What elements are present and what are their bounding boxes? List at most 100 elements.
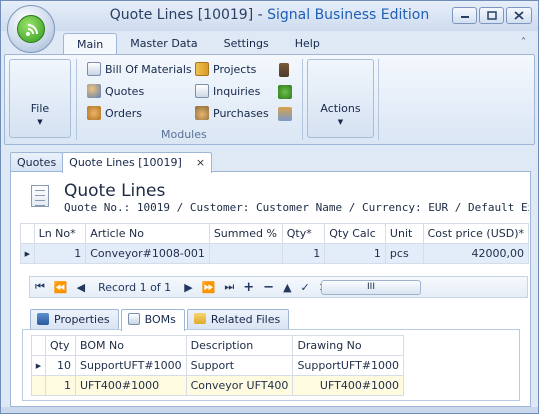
cell-qty[interactable]: 10 [45, 355, 76, 376]
orders-icon [87, 106, 101, 120]
cell-description[interactable]: Conveyor UFT400 [185, 375, 294, 396]
quotes-label: Quotes [105, 84, 145, 98]
delete-record-icon[interactable]: − [263, 280, 274, 295]
maximize-icon [486, 11, 497, 20]
detail-tab-strip: Properties BOMs Related Files [30, 309, 291, 331]
maximize-button[interactable] [479, 7, 504, 24]
table-row[interactable]: ▶ 10 SupportUFT#1000 Support SupportUFT#… [31, 355, 405, 376]
next-record-icon[interactable]: ▶ [184, 281, 192, 294]
projects-button[interactable]: Projects [195, 62, 256, 76]
page-subtitle: Quote No.: 10019 / Customer: Customer Na… [64, 201, 529, 214]
window-title-text: Quote Lines [10019] - [109, 7, 268, 23]
column-header-bom-no[interactable]: BOM No [75, 335, 187, 356]
wifi-signal-icon [26, 24, 38, 36]
cell-ln-no[interactable]: 1 [33, 243, 87, 264]
doc-tab-quote-lines[interactable]: Quote Lines [10019] × [62, 152, 213, 173]
status-bar [1, 407, 538, 413]
ribbon-tab-strip: Main Master Data Settings Help [63, 33, 333, 55]
quotes-button[interactable]: Quotes [87, 84, 144, 98]
save-record-icon[interactable]: ✓ [301, 281, 310, 294]
cell-drawing-no[interactable]: UFT400#1000 [292, 375, 405, 396]
horizontal-scrollbar[interactable]: III [321, 280, 421, 295]
ribbon-panel: File ▼ Bill Of Materials Quotes Orders P… [4, 54, 535, 145]
tab-related-files[interactable]: Related Files [186, 309, 290, 330]
signal-logo-icon [17, 15, 45, 43]
cell-bom-no[interactable]: UFT400#1000 [75, 375, 187, 396]
ribbon-divider [302, 59, 303, 140]
column-header-description[interactable]: Description [185, 335, 294, 356]
table-row[interactable]: 1 UFT400#1000 Conveyor UFT400 UFT400#100… [31, 375, 405, 396]
tab-settings[interactable]: Settings [211, 33, 282, 55]
cell-qty[interactable]: 1 [281, 243, 326, 264]
purchases-icon [195, 106, 209, 120]
column-header-qty[interactable]: Qty [45, 335, 76, 356]
cell-cost-price[interactable]: 42000,00 [422, 243, 530, 264]
column-header-summed[interactable]: Summed % [208, 223, 283, 244]
cell-qty-calc[interactable]: 1 [324, 243, 386, 264]
column-header-qty-calc[interactable]: Qty Calc [324, 223, 386, 244]
file-button[interactable]: File ▼ [9, 59, 71, 138]
inquiries-label: Inquiries [213, 84, 261, 98]
orders-button[interactable]: Orders [87, 106, 142, 120]
next-page-icon[interactable]: ⏩ [202, 281, 216, 294]
chevron-down-icon: ▼ [37, 118, 43, 126]
previous-page-icon[interactable]: ⏪ [54, 281, 68, 294]
chevron-down-icon: ▼ [337, 118, 344, 126]
tab-properties[interactable]: Properties [30, 309, 119, 330]
cell-description[interactable]: Support [185, 355, 294, 376]
actions-button[interactable]: Actions ▼ [307, 59, 374, 138]
projects-icon [195, 62, 209, 76]
cell-unit[interactable]: pcs [384, 243, 424, 264]
boms-grid: Qty BOM No Description Drawing No ▶ 10 S… [31, 335, 405, 396]
current-row-indicator-icon: ▶ [31, 355, 46, 376]
column-header-ln-no[interactable]: Ln No* [33, 223, 87, 244]
bill-of-materials-label: Bill Of Materials [105, 62, 192, 76]
tab-main[interactable]: Main [63, 33, 118, 55]
application-menu-button[interactable] [7, 5, 55, 53]
add-record-icon[interactable]: + [243, 280, 254, 295]
column-header-article-no[interactable]: Article No [85, 223, 210, 244]
modules-group-label: Modules [161, 128, 207, 141]
purchases-label: Purchases [213, 106, 269, 120]
tab-master-data[interactable]: Master Data [117, 33, 210, 55]
folder-icon [193, 313, 206, 324]
tab-boms[interactable]: BOMs [120, 309, 185, 331]
previous-record-icon[interactable]: ◀ [77, 281, 85, 294]
title-bar: Quote Lines [10019] - Signal Business Ed… [1, 1, 538, 31]
column-header-drawing-no[interactable]: Drawing No [292, 335, 405, 356]
close-tab-icon[interactable]: × [196, 156, 205, 169]
actions-button-label: Actions [320, 102, 361, 115]
inquiries-button[interactable]: Inquiries [195, 84, 260, 98]
purchases-button[interactable]: Purchases [195, 106, 269, 120]
door-icon[interactable] [279, 63, 289, 77]
cell-bom-no[interactable]: SupportUFT#1000 [75, 355, 187, 376]
column-header-unit[interactable]: Unit [384, 223, 424, 244]
document-tab-strip: Quotes Quote Lines [10019] × [10, 152, 213, 173]
ribbon-collapse-icon[interactable]: ˄ [521, 37, 526, 48]
tab-help[interactable]: Help [282, 33, 333, 55]
first-record-icon[interactable]: ⏮ [35, 280, 45, 294]
bill-of-materials-button[interactable]: Bill Of Materials [87, 62, 192, 76]
recycle-icon[interactable] [278, 85, 292, 99]
minimize-icon [460, 15, 469, 18]
bill-of-materials-icon [87, 62, 101, 76]
cell-drawing-no[interactable]: SupportUFT#1000 [292, 355, 405, 376]
tab-properties-label: Properties [54, 313, 110, 326]
column-header-cost-price[interactable]: Cost price (USD)* [422, 223, 530, 244]
close-button[interactable] [506, 7, 532, 24]
minimize-button[interactable] [452, 7, 477, 24]
row-indicator-header [31, 335, 46, 356]
doc-tab-quotes[interactable]: Quotes [10, 152, 64, 172]
page-title: Quote Lines [64, 181, 166, 201]
cell-qty[interactable]: 1 [45, 375, 76, 396]
edit-record-icon[interactable]: ▲ [283, 281, 291, 294]
ribbon-divider [76, 59, 77, 140]
cell-article-no[interactable]: Conveyor#1008-001 [85, 243, 210, 264]
transfer-icon[interactable] [278, 107, 292, 121]
last-record-icon[interactable]: ⏭ [224, 280, 234, 294]
cell-summed[interactable] [208, 243, 283, 264]
grid-header-row: Qty BOM No Description Drawing No [31, 335, 405, 356]
table-row[interactable]: ▶ 1 Conveyor#1008-001 1 1 pcs 42000,00 [20, 243, 530, 264]
column-header-qty[interactable]: Qty* [281, 223, 326, 244]
record-navigator: ⏮ ⏪ ◀ Record 1 of 1 ▶ ⏩ ⏭ + − ▲ ✓ ✕ ▼ II… [29, 276, 528, 298]
